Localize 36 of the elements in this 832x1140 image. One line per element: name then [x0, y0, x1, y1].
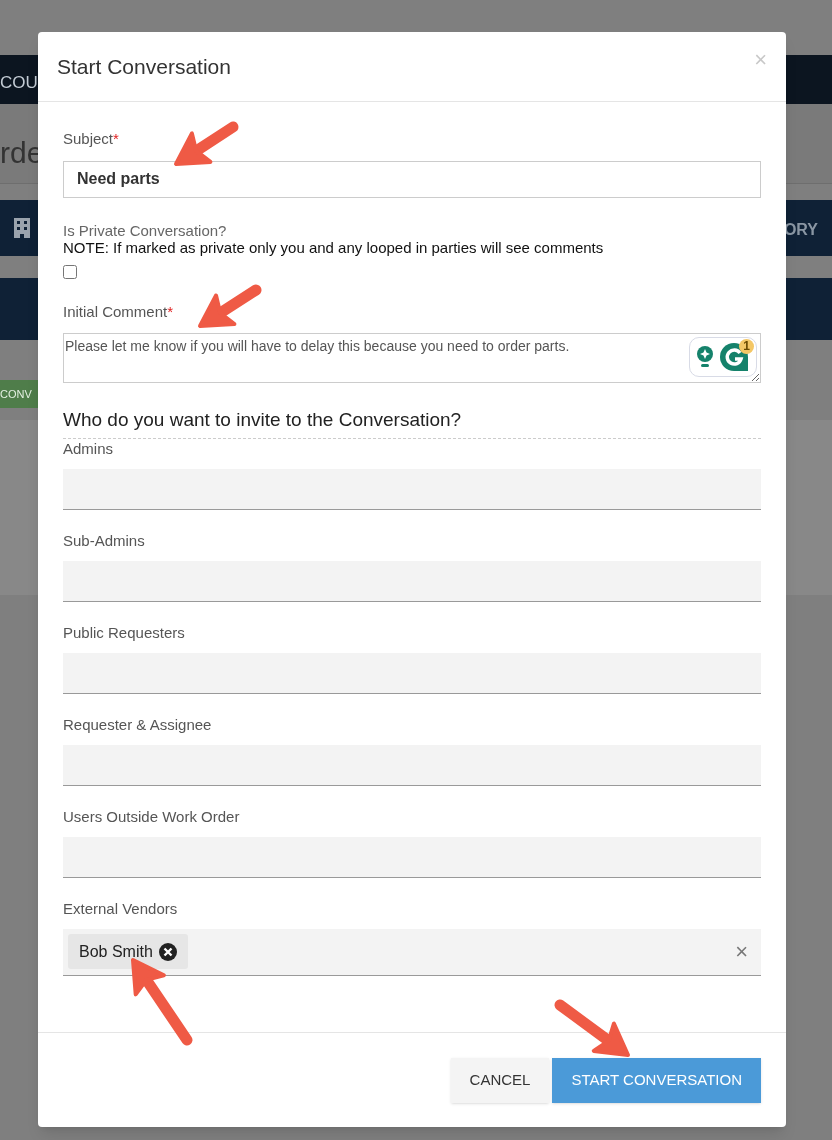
tab-label[interactable]: ORY	[783, 218, 818, 242]
field-label: Requester & Assignee	[63, 714, 213, 735]
cancel-button[interactable]: CANCEL	[450, 1057, 550, 1103]
note-text: NOTE: If marked as private only you and any looped in parties will see comments	[63, 238, 605, 256]
multi-select-field[interactable]	[63, 652, 761, 694]
top-bar-text: COU	[0, 72, 38, 94]
notification-badge: 1	[739, 339, 754, 354]
status-badge: CONV	[0, 380, 38, 408]
lightbulb-icon[interactable]	[695, 345, 715, 369]
remove-icon[interactable]	[158, 942, 177, 961]
section-heading: Who do you want to invite to the Conversation?	[63, 406, 761, 439]
assistant-logo-icon[interactable]	[719, 342, 749, 372]
selected-tag[interactable]: Bob Smith	[68, 934, 188, 969]
required-mark: *	[113, 129, 119, 149]
multi-select-field[interactable]	[63, 836, 761, 878]
field-label: Admins	[63, 438, 115, 459]
field-label: Sub-Admins	[63, 530, 146, 551]
multi-select-field[interactable]	[63, 560, 761, 602]
subject-field[interactable]: Need parts	[63, 160, 761, 198]
field-label: Is Private Conversation?	[63, 221, 228, 239]
multi-select-field[interactable]	[63, 744, 761, 786]
annotation-arrow	[174, 121, 239, 166]
clear-button[interactable]: ×	[735, 940, 748, 963]
required-mark: *	[167, 301, 174, 322]
field-label: External Vendors	[63, 898, 179, 919]
private-checkbox[interactable]	[63, 264, 77, 279]
field-label: Users Outside Work Order	[63, 806, 241, 827]
dialog-title: Start Conversation	[57, 53, 231, 80]
annotation-arrow	[198, 284, 262, 328]
writing-assistant-widget[interactable]: 1	[689, 337, 757, 377]
multi-select-field[interactable]	[63, 468, 761, 510]
field-label: Public Requesters	[63, 622, 186, 643]
tag-label: Bob Smith	[79, 941, 153, 962]
multi-select-field[interactable]: Bob Smith ×	[63, 928, 761, 976]
field-label: Initial Comment	[63, 301, 168, 322]
field-label: Subject	[63, 129, 114, 149]
